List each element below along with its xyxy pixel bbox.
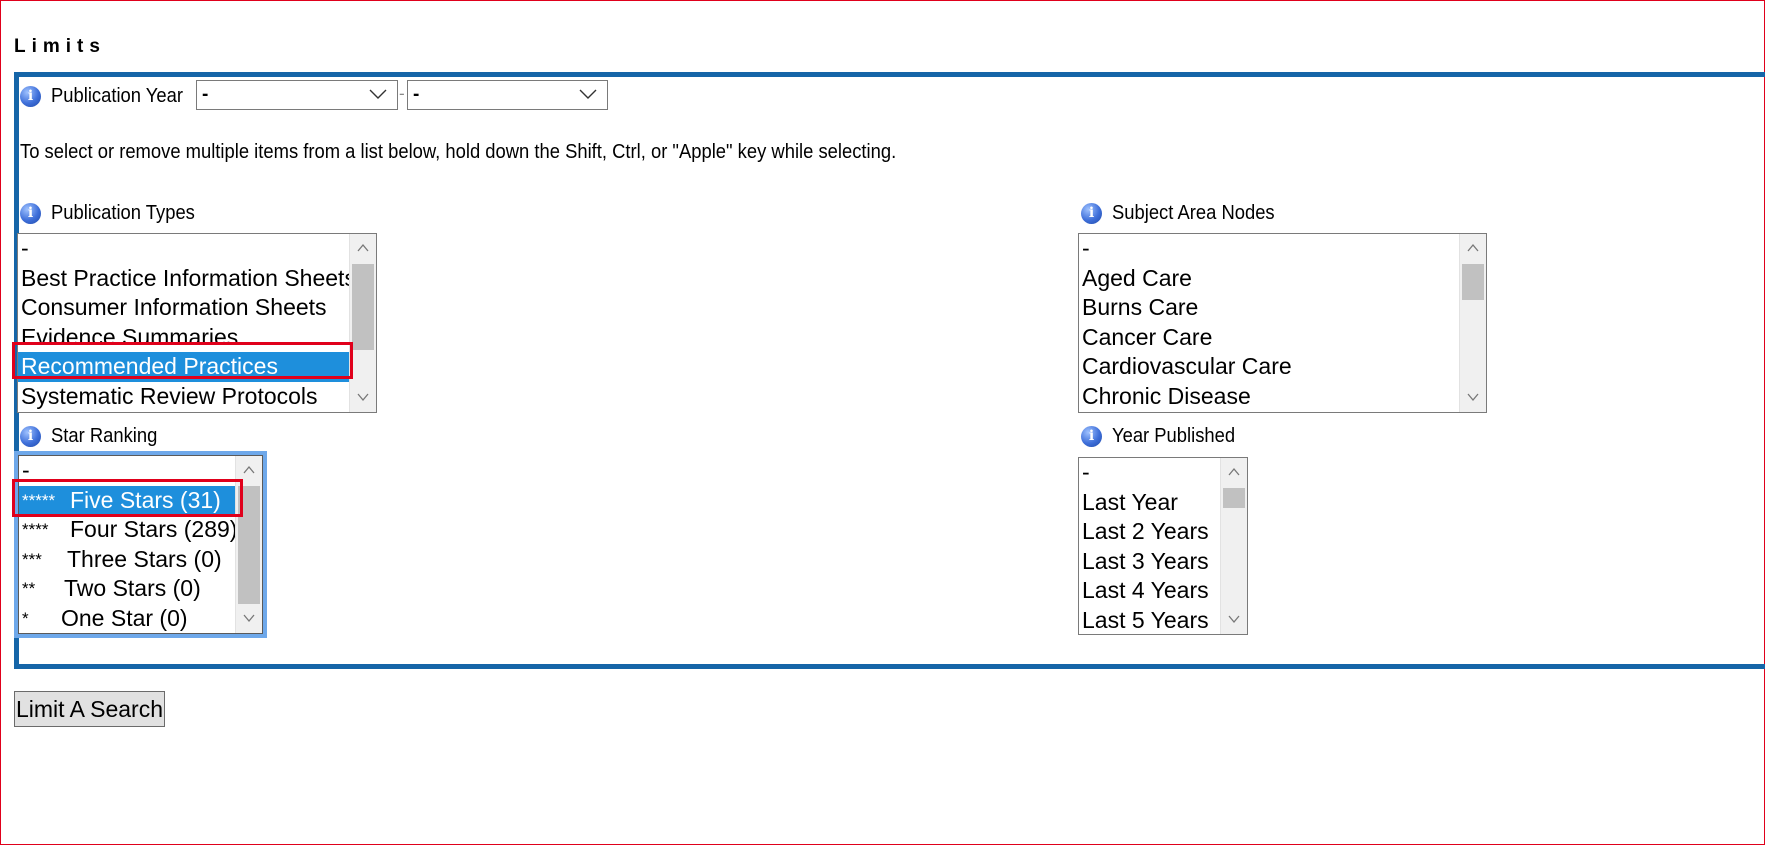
publication-types-label-group: i Publication Types — [20, 202, 208, 225]
subject-area-nodes-listbox[interactable]: - Aged Care Burns Care Cancer Care Cardi… — [1078, 233, 1487, 413]
publication-types-listbox[interactable]: - Best Practice Information Sheets Consu… — [17, 233, 377, 413]
publication-year-to-value: - — [413, 84, 420, 105]
info-icon[interactable]: i — [20, 203, 41, 224]
list-option[interactable]: - — [1079, 234, 1486, 264]
publication-year-from-value: - — [202, 84, 209, 105]
scroll-up-arrow-icon[interactable] — [1460, 234, 1486, 262]
year-published-listbox[interactable]: - Last Year Last 2 Years Last 3 Years La… — [1078, 457, 1248, 635]
highlight-box — [12, 342, 353, 379]
list-option[interactable]: Consumer Information Sheets — [18, 293, 376, 323]
year-published-label-group: i Year Published — [1081, 425, 1246, 448]
scrollbar[interactable] — [1220, 458, 1247, 634]
publication-year-from-select[interactable]: - — [196, 80, 398, 110]
multi-select-instructions: To select or remove multiple items from … — [20, 141, 897, 163]
star-option-text: Two Stars (0) — [64, 575, 201, 602]
scroll-up-arrow-icon[interactable] — [350, 234, 376, 262]
list-option[interactable]: Systematic Review Protocols — [18, 382, 376, 412]
scroll-down-arrow-icon[interactable] — [1221, 606, 1247, 634]
info-icon[interactable]: i — [1081, 426, 1102, 447]
star-option-text: Three Stars (0) — [67, 545, 222, 572]
scroll-down-arrow-icon[interactable] — [236, 605, 262, 633]
list-option[interactable]: Burns Care — [1079, 293, 1486, 323]
star-glyphs: *** — [22, 549, 42, 569]
subject-area-nodes-label: Subject Area Nodes — [1112, 202, 1276, 224]
chevron-down-icon — [369, 89, 387, 99]
star-option-text: One Star (0) — [61, 604, 188, 631]
star-ranking-label-group: i Star Ranking — [20, 425, 167, 448]
scroll-thumb[interactable] — [1462, 264, 1484, 300]
year-range-separator: - — [399, 84, 405, 103]
info-icon[interactable]: i — [1081, 203, 1102, 224]
star-glyphs: * — [22, 608, 29, 628]
list-option[interactable]: Cancer Care — [1079, 323, 1486, 353]
scroll-down-arrow-icon[interactable] — [350, 384, 376, 412]
chevron-down-icon — [579, 89, 597, 99]
star-glyphs: ** — [22, 579, 36, 599]
star-option-text: Four Stars (289) — [70, 516, 238, 543]
list-option[interactable]: **** Four Stars (289) — [19, 515, 262, 545]
publication-year-label-group: i Publication Year — [20, 85, 195, 108]
list-option[interactable]: Aged Care — [1079, 264, 1486, 294]
year-published-label: Year Published — [1112, 425, 1236, 447]
limits-heading: Limits — [14, 36, 106, 57]
info-icon[interactable]: i — [20, 426, 41, 447]
scroll-thumb[interactable] — [1223, 488, 1245, 508]
scrollbar[interactable] — [349, 234, 376, 412]
publication-year-label: Publication Year — [51, 85, 184, 107]
scroll-up-arrow-icon[interactable] — [1221, 458, 1247, 486]
scrollbar[interactable] — [1459, 234, 1486, 412]
list-option[interactable]: - — [18, 234, 376, 264]
subject-area-nodes-label-group: i Subject Area Nodes — [1081, 202, 1289, 225]
list-option[interactable]: Best Practice Information Sheets — [18, 264, 376, 294]
limit-search-button[interactable]: Limit A Search — [14, 691, 165, 727]
publication-types-label: Publication Types — [51, 202, 196, 224]
scroll-thumb[interactable] — [352, 264, 374, 350]
info-icon[interactable]: i — [20, 86, 41, 107]
publication-year-to-select[interactable]: - — [407, 80, 608, 110]
list-option[interactable]: ** Two Stars (0) — [19, 574, 262, 604]
star-ranking-label: Star Ranking — [51, 425, 158, 447]
star-glyphs: **** — [22, 520, 49, 540]
highlight-box — [12, 479, 243, 517]
list-option[interactable]: Chronic Disease — [1079, 382, 1486, 412]
list-option[interactable]: *** Three Stars (0) — [19, 545, 262, 575]
list-option[interactable]: * One Star (0) — [19, 604, 262, 633]
scroll-down-arrow-icon[interactable] — [1460, 384, 1486, 412]
list-option[interactable]: Cardiovascular Care — [1079, 352, 1486, 382]
